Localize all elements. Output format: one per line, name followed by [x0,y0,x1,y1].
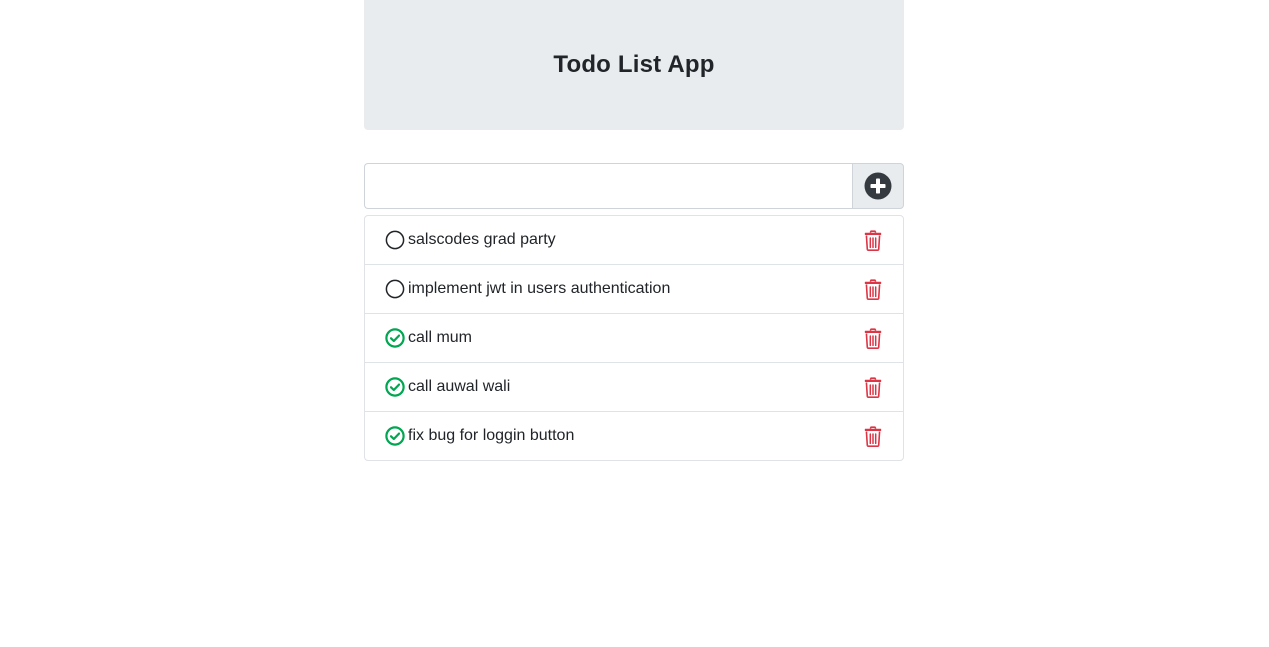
todo-item: fix bug for loggin button [365,411,903,460]
todo-item: call mum [365,313,903,362]
check-circle-icon [385,377,405,397]
plus-circle-icon [864,172,892,200]
todo-status-toggle[interactable] [385,279,405,299]
add-todo-button[interactable] [852,163,904,209]
delete-todo-button[interactable] [863,376,883,398]
page-title: Todo List App [553,51,715,78]
check-circle-icon [385,426,405,446]
app-container: Todo List App salscodes grad party imple… [364,0,904,461]
todo-text: call auwal wali [408,378,511,395]
trash-icon [864,376,882,398]
todo-item: call auwal wali [365,362,903,411]
todo-status-toggle[interactable] [385,230,405,250]
todo-list: salscodes grad party implement jwt in us… [364,215,904,461]
todo-text: fix bug for loggin button [408,427,575,444]
trash-icon [864,425,882,447]
todo-item: implement jwt in users authentication [365,264,903,313]
todo-status-toggle[interactable] [385,377,405,397]
delete-todo-button[interactable] [863,425,883,447]
todo-text: call mum [408,329,473,346]
delete-todo-button[interactable] [863,278,883,300]
trash-icon [864,229,882,251]
todo-status-toggle[interactable] [385,426,405,446]
todo-text: salscodes grad party [408,231,556,248]
check-circle-icon [385,328,405,348]
new-todo-input[interactable] [364,163,852,209]
todo-text: implement jwt in users authentication [408,280,671,297]
trash-icon [864,278,882,300]
delete-todo-button[interactable] [863,229,883,251]
circle-icon [385,279,405,299]
delete-todo-button[interactable] [863,327,883,349]
todo-status-toggle[interactable] [385,328,405,348]
new-todo-form [364,163,904,209]
header-banner: Todo List App [364,0,904,130]
todo-item: salscodes grad party [365,216,903,264]
circle-icon [385,230,405,250]
trash-icon [864,327,882,349]
